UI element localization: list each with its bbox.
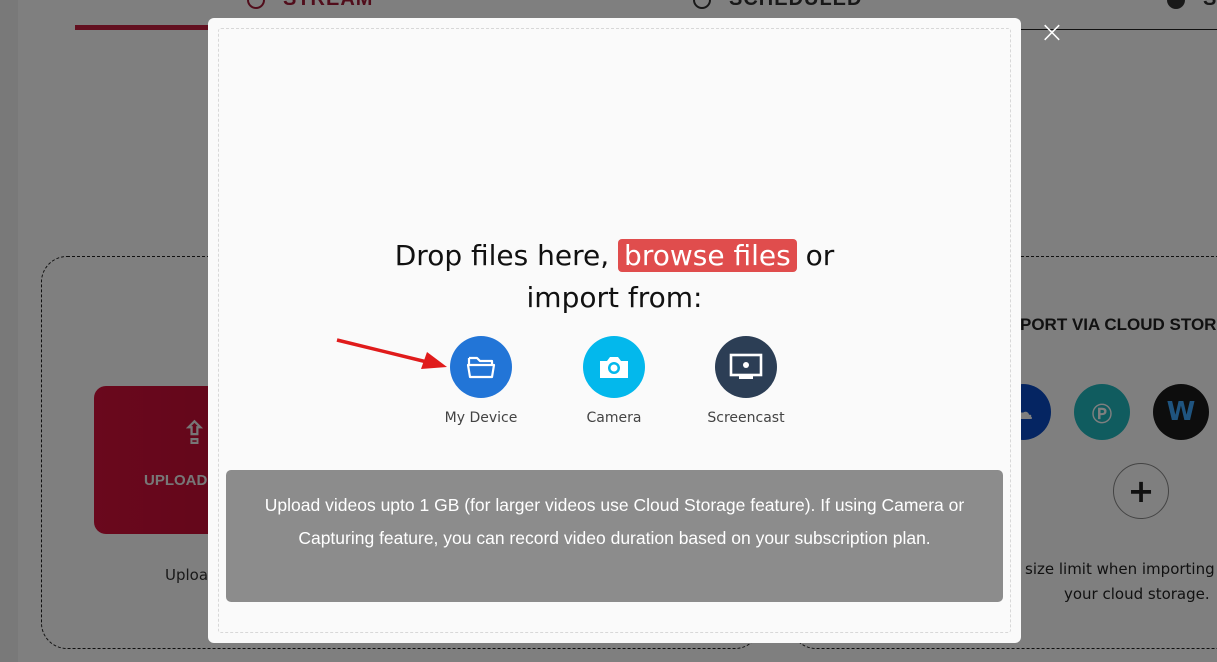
close-modal-button[interactable]: × xyxy=(1039,18,1065,48)
my-device-button[interactable] xyxy=(450,336,512,398)
drop-text-before: Drop files here, xyxy=(394,239,619,272)
camera-icon xyxy=(600,357,628,378)
drop-text-after: or xyxy=(796,239,835,272)
screencast-button[interactable] xyxy=(715,336,777,398)
source-camera[interactable]: Camera xyxy=(564,336,664,426)
monitor-icon xyxy=(729,353,763,379)
drop-text-line2: import from: xyxy=(526,281,703,314)
upload-modal: Drop files here, browse files or import … xyxy=(208,18,1021,643)
screencast-label: Screencast xyxy=(707,410,785,426)
upload-info-box: Upload videos upto 1 GB (for larger vide… xyxy=(226,470,1003,602)
camera-label: Camera xyxy=(586,410,642,426)
browse-files-link[interactable]: browse files xyxy=(618,239,797,272)
source-screencast[interactable]: Screencast xyxy=(696,336,796,426)
drop-instructions: Drop files here, browse files or import … xyxy=(208,235,1021,319)
my-device-label: My Device xyxy=(444,410,518,426)
camera-button[interactable] xyxy=(583,336,645,398)
folder-icon xyxy=(466,356,496,379)
annotation-arrow xyxy=(336,338,447,369)
